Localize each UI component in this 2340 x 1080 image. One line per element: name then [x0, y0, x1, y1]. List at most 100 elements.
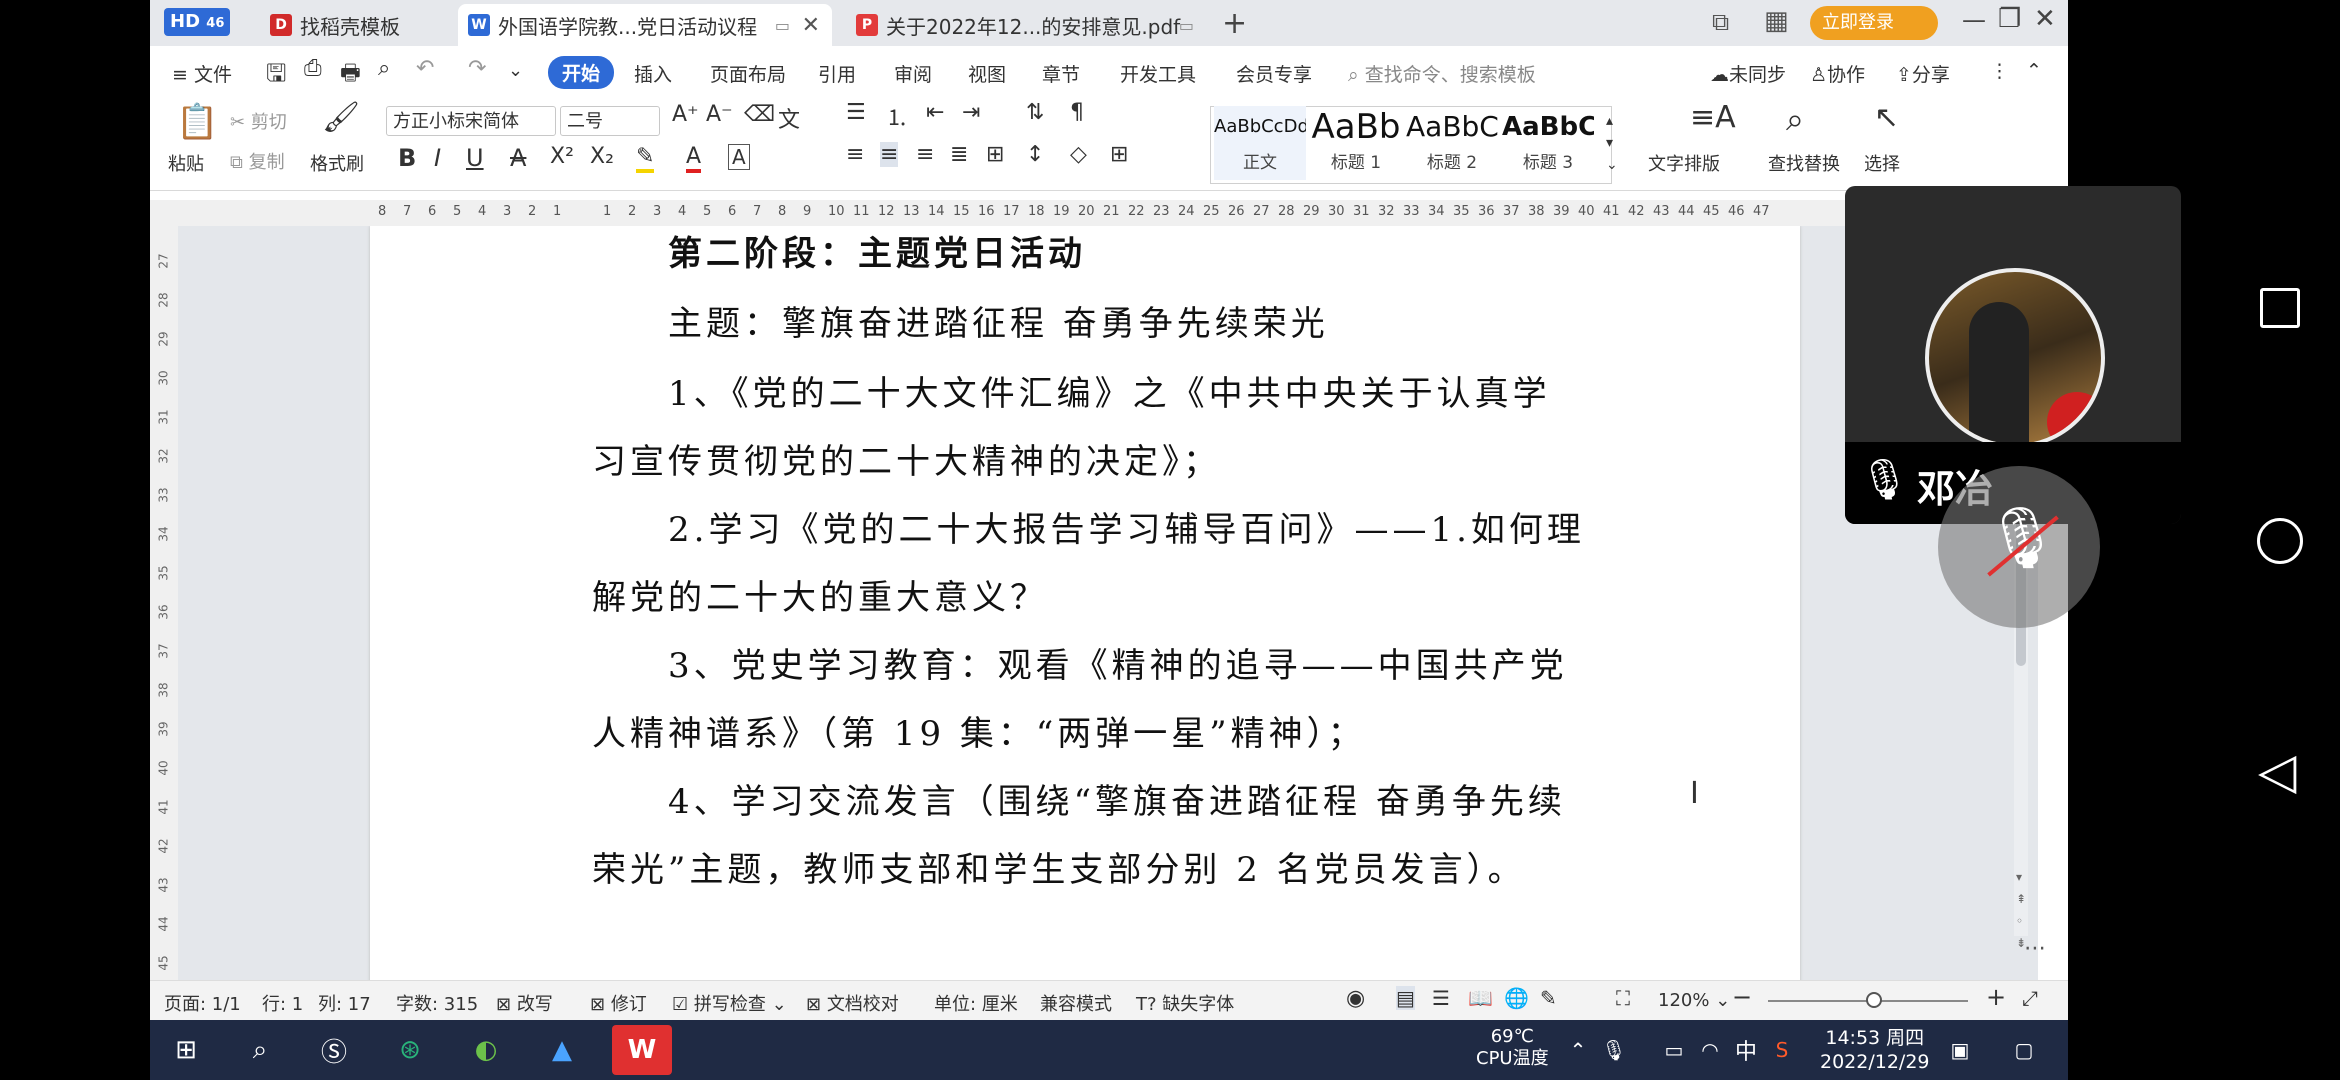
more-dots-icon[interactable]: ⋯	[2024, 936, 2046, 961]
zoom-in-icon[interactable]: +	[1986, 983, 2006, 1011]
login-button[interactable]: 立即登录	[1810, 6, 1938, 40]
fit-page-icon[interactable]: ⛶	[1616, 986, 1630, 1010]
zoom-slider-handle[interactable]	[1866, 992, 1882, 1008]
zoom-level[interactable]: 120% ⌄	[1658, 990, 1730, 1011]
fullscreen-icon[interactable]: ⤢	[2022, 986, 2038, 1010]
highlight-icon[interactable]: ✎	[636, 144, 655, 173]
undo-icon[interactable]: ↶	[416, 56, 434, 81]
format-painter-button[interactable]: 格式刷	[310, 150, 364, 176]
copy-button[interactable]: ⧉ 复制	[230, 148, 285, 174]
select-button[interactable]: 选择	[1864, 150, 1900, 176]
find-icon[interactable]: ⌕	[1786, 100, 1804, 139]
doc-line-7[interactable]: 3、党史学习教育：观看《精神的追寻——中国共产党	[668, 638, 1568, 687]
doc-proof-button[interactable]: ⊠ 文档校对	[806, 990, 899, 1016]
search-icon[interactable]: ⌕	[240, 1030, 280, 1070]
align-left-icon[interactable]: ≡	[846, 142, 864, 167]
text-layout-button[interactable]: 文字排版	[1648, 150, 1720, 176]
justify-icon[interactable]: ≣	[950, 142, 968, 167]
strikethrough-icon[interactable]: A	[510, 144, 526, 172]
app-s-icon[interactable]: Ⓢ	[314, 1030, 354, 1070]
underline-icon[interactable]: U	[466, 144, 484, 172]
numbered-list-icon[interactable]: ⒈	[886, 100, 908, 132]
tab-pin-icon[interactable]: ▭	[775, 16, 790, 35]
write-view-icon[interactable]: ✎	[1540, 986, 1557, 1010]
menu-reference[interactable]: 引用	[818, 60, 856, 87]
menu-layout[interactable]: 页面布局	[710, 60, 786, 87]
style-heading-3[interactable]: AaBbC 标题 3	[1502, 106, 1594, 180]
eye-protect-icon[interactable]: ◉	[1346, 986, 1365, 1011]
borders-icon[interactable]: ⊞	[1110, 142, 1128, 167]
read-view-icon[interactable]: 📖	[1468, 986, 1493, 1010]
tab-pin-icon[interactable]: ▭	[1179, 16, 1194, 35]
more-icon[interactable]: ⋮	[1990, 60, 2009, 82]
doc-line-5[interactable]: 2.学习《党的二十大报告学习辅导百问》——1.如何理	[668, 502, 1585, 551]
menu-vip[interactable]: 会员专享	[1236, 60, 1312, 87]
tab-docer[interactable]: D 找稻壳模板	[260, 4, 440, 46]
document-canvas[interactable]: 第二阶段：主题党日活动 主题：擎旗奋进踏征程 奋勇争先续荣光 1、《党的二十大文…	[178, 226, 2038, 986]
preview-icon[interactable]: ⌕	[378, 56, 390, 81]
sort-icon[interactable]: ⇅	[1026, 100, 1044, 125]
close-tab-icon[interactable]: ✕	[802, 13, 820, 38]
bold-icon[interactable]: B	[398, 144, 416, 172]
battery-icon[interactable]: ▭	[1654, 1030, 1694, 1070]
photos-icon[interactable]: ▲	[542, 1030, 582, 1070]
zoom-out-icon[interactable]: −	[1732, 983, 1752, 1011]
tray-chevron-icon[interactable]: ⌃	[1558, 1030, 1598, 1070]
find-replace-button[interactable]: 查找替换	[1768, 150, 1840, 176]
collapse-ribbon-icon[interactable]: ⌃	[2026, 60, 2042, 82]
font-size-select[interactable]: 二号	[560, 106, 660, 136]
wps-taskbar-icon[interactable]: W	[612, 1025, 672, 1075]
windows-start-icon[interactable]: ⊞	[166, 1030, 206, 1070]
mute-mic-float-button[interactable]: 🎙	[1938, 466, 2100, 628]
overwrite-toggle[interactable]: ⊠ 改写	[496, 990, 553, 1016]
align-center-icon[interactable]: ≡	[880, 142, 899, 167]
quick-access-dropdown-icon[interactable]: ⌄	[508, 60, 523, 81]
style-heading-2[interactable]: AaBbC 标题 2	[1406, 106, 1498, 180]
doc-line-6[interactable]: 解党的二十大的重大意义？	[592, 570, 1048, 619]
bullet-list-icon[interactable]: ☰	[846, 100, 866, 125]
doc-line-2[interactable]: 主题：擎旗奋进踏征程 奋勇争先续荣光	[668, 296, 1329, 345]
doc-line-8[interactable]: 人精神谱系》（第 19 集：“两弹一星”精神）；	[592, 706, 1366, 755]
increase-indent-icon[interactable]: ⇥	[962, 100, 980, 125]
vertical-ruler[interactable]: 2728293031323334353637383940414243444546	[150, 226, 178, 1010]
android-recents-icon[interactable]	[2260, 288, 2300, 328]
outline-view-icon[interactable]: ☰	[1432, 986, 1450, 1010]
doc-line-9[interactable]: 4、学习交流发言（围绕“擎旗奋进踏征程 奋勇争先续	[668, 774, 1566, 823]
grow-font-icon[interactable]: A⁺	[672, 102, 699, 127]
file-menu[interactable]: ≡ 文件	[172, 60, 232, 87]
font-name-select[interactable]: 方正小标宋简体	[386, 106, 556, 136]
doc-line-3[interactable]: 1、《党的二十大文件汇编》之《中共中央关于认真学	[668, 366, 1551, 415]
menu-insert[interactable]: 插入	[634, 60, 672, 87]
char-border-icon[interactable]: A	[728, 144, 750, 170]
doc-line-1[interactable]: 第二阶段：主题党日活动	[668, 226, 1086, 275]
browser-icon[interactable]: ◐	[466, 1030, 506, 1070]
command-search[interactable]: ⌕ 查找命令、搜索模板	[1348, 60, 1536, 87]
notification-icon[interactable]: ▢	[2004, 1030, 2044, 1070]
text-layout-icon[interactable]: ≡A	[1690, 100, 1736, 135]
sogou-icon[interactable]: S	[1762, 1030, 1802, 1070]
android-back-icon[interactable]: ◁	[2258, 742, 2296, 800]
superscript-icon[interactable]: X²	[550, 144, 574, 169]
paste-button[interactable]: 粘贴	[168, 150, 204, 176]
app-globe-icon[interactable]: ⊛	[390, 1030, 430, 1070]
wifi-icon[interactable]: ◠	[1690, 1030, 1730, 1070]
style-heading-1[interactable]: AaBb 标题 1	[1310, 106, 1402, 180]
doc-line-10[interactable]: 荣光”主题，教师支部和学生支部分别 2 名党员发言）。	[592, 842, 1526, 891]
mic-tray-icon[interactable]: 🎙	[1594, 1030, 1634, 1070]
tab-doc-agenda[interactable]: W 外国语学院教...党日活动议程 ▭ ✕	[458, 4, 832, 46]
print-icon[interactable]: 🖶	[340, 56, 361, 94]
share-button[interactable]: ⇪分享	[1896, 60, 1950, 87]
menu-chapter[interactable]: 章节	[1042, 60, 1080, 87]
status-words[interactable]: 字数: 315	[396, 990, 478, 1016]
document-page[interactable]: 第二阶段：主题党日活动 主题：擎旗奋进踏征程 奋勇争先续荣光 1、《党的二十大文…	[370, 226, 1800, 986]
tab-pdf[interactable]: P 关于2022年12...的安排意见.pdf ▭	[846, 4, 1206, 46]
subscript-icon[interactable]: X₂	[590, 144, 614, 169]
taskbar-clock[interactable]: 14:53 周四 2022/12/29	[1820, 1026, 1930, 1074]
page-view-icon[interactable]: ▤	[1396, 986, 1415, 1010]
italic-icon[interactable]: I	[434, 144, 441, 172]
status-page[interactable]: 页面: 1/1	[164, 990, 241, 1016]
restore-icon[interactable]: ❐	[1998, 4, 2021, 34]
format-painter-icon[interactable]: 🖌	[322, 100, 360, 135]
redo-icon[interactable]: ↷	[468, 56, 486, 81]
sync-button[interactable]: ☁未同步	[1710, 60, 1786, 87]
